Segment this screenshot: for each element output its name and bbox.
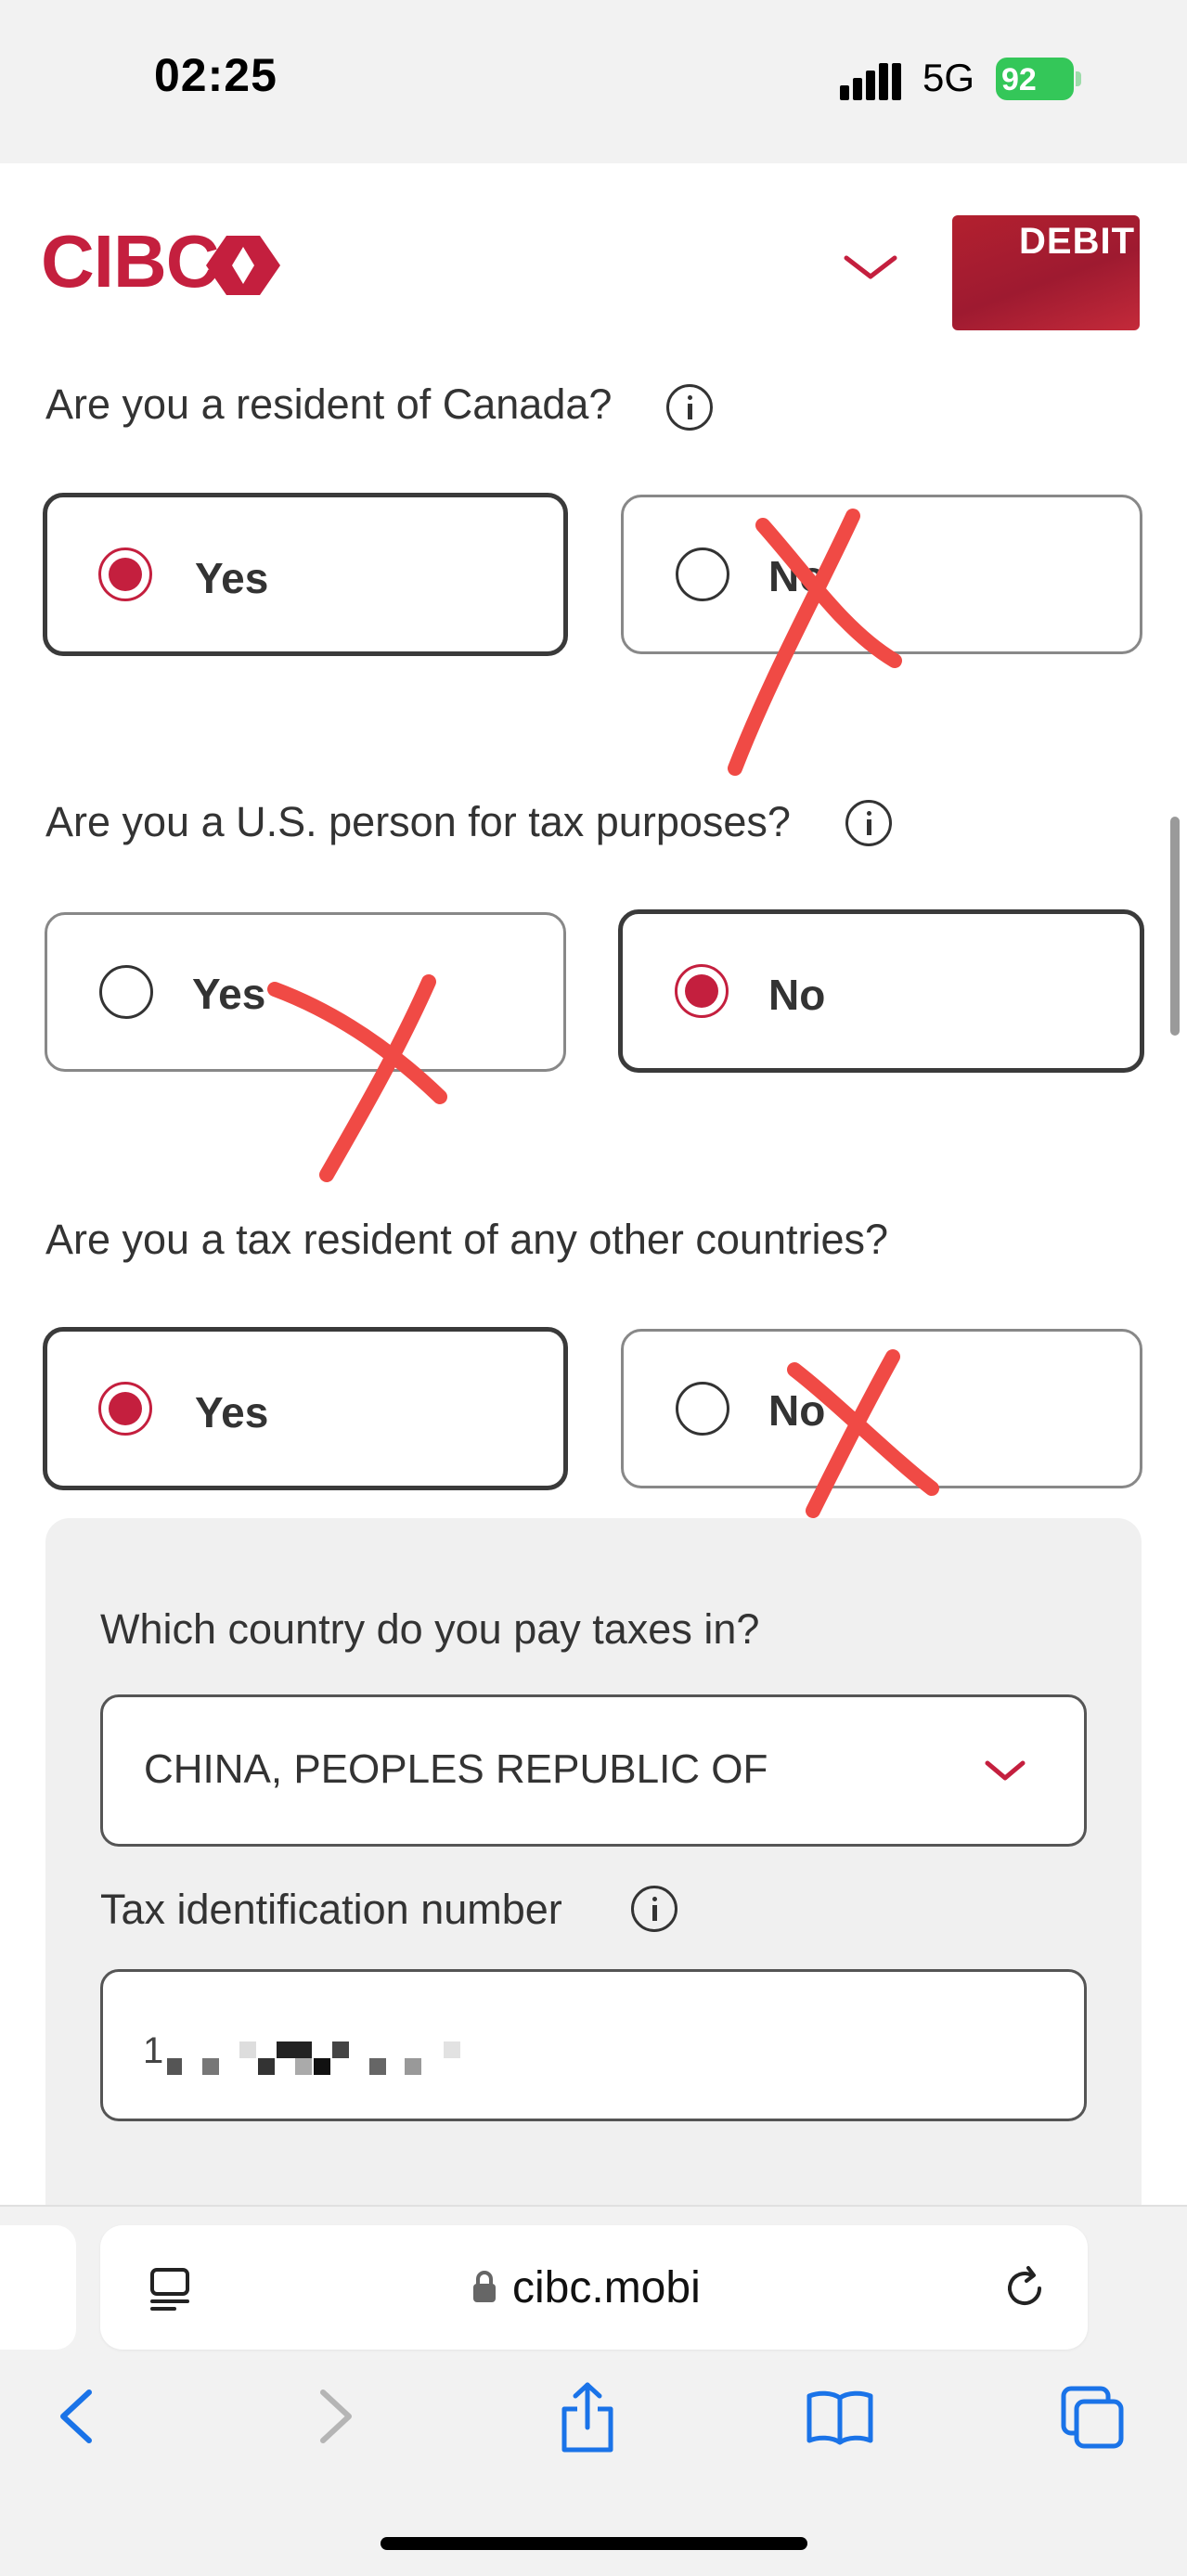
option-label: No [768,971,826,1019]
debit-card-label: DEBIT [1019,221,1135,262]
bookmarks-icon[interactable] [806,2389,874,2446]
info-icon[interactable] [631,1886,677,1932]
chevron-down-icon[interactable] [843,251,898,284]
tabs-icon[interactable] [1060,2385,1125,2450]
radio-unselected[interactable] [99,965,153,1019]
info-icon[interactable] [845,800,892,846]
option-label: Yes [195,1388,269,1436]
question-canada-resident: Are you a resident of Canada? [45,380,613,428]
info-icon[interactable] [666,384,713,431]
radio-selected[interactable] [98,1382,152,1436]
option-label: Yes [192,970,266,1018]
option-other-yes[interactable]: Yes [43,1327,568,1490]
status-time: 02:25 [154,49,277,101]
back-icon[interactable] [56,2387,97,2446]
previous-tab-preview[interactable] [0,2225,76,2350]
option-label: Yes [195,554,269,602]
scroll-indicator[interactable] [1170,817,1180,1036]
option-label: No [768,552,826,600]
home-indicator[interactable] [381,2537,807,2550]
question-other-tax-residency: Are you a tax resident of any other coun… [45,1216,889,1263]
forward-icon[interactable] [316,2387,356,2446]
tin-input-value: 1 [143,2030,164,2071]
option-us-yes[interactable]: Yes [45,912,566,1072]
option-other-no[interactable]: No [621,1329,1142,1488]
reader-icon[interactable] [148,2266,191,2312]
battery-level: 92 [1001,62,1037,97]
question-us-person: Are you a U.S. person for tax purposes? [45,798,791,845]
option-label: No [768,1386,826,1435]
radio-selected[interactable] [675,964,729,1018]
battery-icon: 92 [996,58,1081,100]
country-select-value: CHINA, PEOPLES REPUBLIC OF [144,1746,768,1792]
signal-icon [840,63,901,100]
radio-selected[interactable] [98,547,152,601]
chevron-down-icon[interactable] [984,1758,1026,1784]
country-question: Which country do you pay taxes in? [100,1605,760,1653]
radio-unselected[interactable] [676,1382,729,1436]
radio-unselected[interactable] [676,547,729,601]
option-canada-yes[interactable]: Yes [43,493,568,656]
lock-icon [473,2271,496,2302]
cibc-logo-mark [206,236,280,295]
option-us-no[interactable]: No [618,909,1144,1073]
network-label: 5G [923,56,975,99]
reload-icon[interactable] [1000,2264,1049,2312]
tin-label: Tax identification number [100,1886,562,1933]
option-canada-no[interactable]: No [621,495,1142,654]
share-icon[interactable] [559,2381,616,2454]
cibc-logo[interactable]: CIBC [41,219,220,304]
url-text[interactable]: cibc.mobi [512,2262,701,2313]
